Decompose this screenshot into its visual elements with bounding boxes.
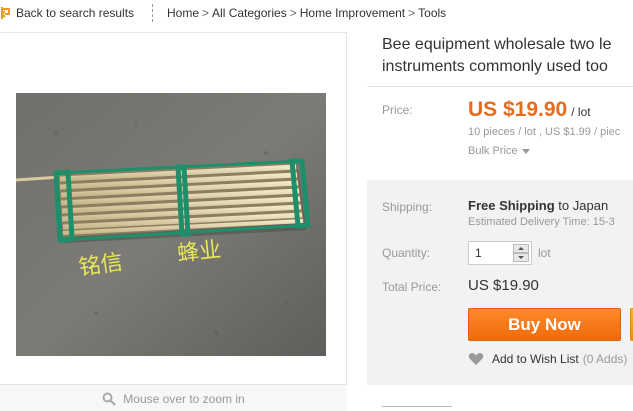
price-label: Price: — [382, 103, 413, 117]
price-amount: US $19.90 — [468, 98, 568, 121]
zoom-hint-bar: Mouse over to zoom in — [0, 384, 347, 411]
shipping-destination[interactable]: to Japan — [558, 198, 608, 213]
heart-icon — [468, 352, 484, 365]
back-to-search-link[interactable]: Back to search results — [0, 5, 134, 21]
bulk-price-dropdown[interactable]: Bulk Price — [468, 145, 530, 157]
quantity-spinner[interactable] — [513, 244, 529, 262]
quantity-decrement-button[interactable] — [513, 253, 529, 262]
buy-now-button[interactable]: Buy Now — [468, 308, 621, 341]
svg-text:蜂业: 蜂业 — [176, 238, 222, 267]
delivery-estimate: Estimated Delivery Time: 15-3 — [468, 216, 615, 228]
divider — [367, 86, 633, 87]
breadcrumb-all-categories[interactable]: All Categories — [212, 6, 287, 20]
bulk-price-label[interactable]: Bulk Price — [468, 145, 518, 157]
magnifier-icon — [102, 392, 117, 406]
product-title-line-2: instruments commonly used too — [382, 58, 608, 75]
divider — [152, 4, 153, 22]
breadcrumb-tools[interactable]: Tools — [418, 6, 446, 20]
price-unit: / lot — [571, 105, 591, 119]
free-shipping-text: Free Shipping — [468, 198, 555, 213]
wishlist-count: (0 Adds) — [582, 352, 628, 366]
shipping-value: Free Shipping to Japan — [468, 198, 608, 213]
wishlist-label[interactable]: Add to Wish List — [492, 352, 579, 366]
quantity-unit: lot — [538, 246, 551, 260]
breadcrumb: Home > All Categories > Home Improvement > Too… — [167, 6, 446, 20]
price-value: US $19.90/ lot — [468, 98, 591, 122]
chevron-down-icon — [521, 148, 530, 154]
breadcrumb-home-improvement[interactable]: Home Improvement — [300, 6, 405, 20]
product-title-line-1: Bee equipment wholesale two le — [382, 36, 612, 53]
back-arrow-icon — [0, 7, 10, 19]
back-link-label[interactable]: Back to search results — [16, 6, 134, 20]
quantity-stepper[interactable] — [468, 241, 532, 265]
total-price-value: US $19.90 — [468, 277, 539, 294]
product-image[interactable]: 铭信 蜂业 — [16, 93, 326, 356]
zoom-hint-text: Mouse over to zoom in — [123, 391, 245, 406]
breadcrumb-home[interactable]: Home — [167, 6, 199, 20]
add-to-wishlist-link[interactable]: Add to Wish List (0 Adds) — [468, 351, 627, 367]
breadcrumb-separator: > — [408, 6, 416, 20]
breadcrumb-bar: Back to search results Home > All Categori… — [0, 0, 633, 26]
product-title: Bee equipment wholesale two le instrumen… — [382, 34, 633, 78]
breadcrumb-separator: > — [289, 6, 297, 20]
product-gallery: 铭信 蜂业 Mouse over to zoom in — [0, 32, 347, 411]
total-price-label: Total Price: — [382, 280, 442, 294]
cutoff-row — [382, 404, 462, 410]
breadcrumb-separator: > — [202, 6, 210, 20]
shipping-label: Shipping: — [382, 200, 433, 214]
quantity-increment-button[interactable] — [513, 244, 529, 253]
bulk-info: 10 pieces / lot , US $1.99 / piec — [468, 126, 621, 138]
quantity-label: Quantity: — [382, 246, 431, 260]
product-photo: 铭信 蜂业 — [16, 93, 326, 356]
quantity-input[interactable] — [469, 242, 513, 264]
